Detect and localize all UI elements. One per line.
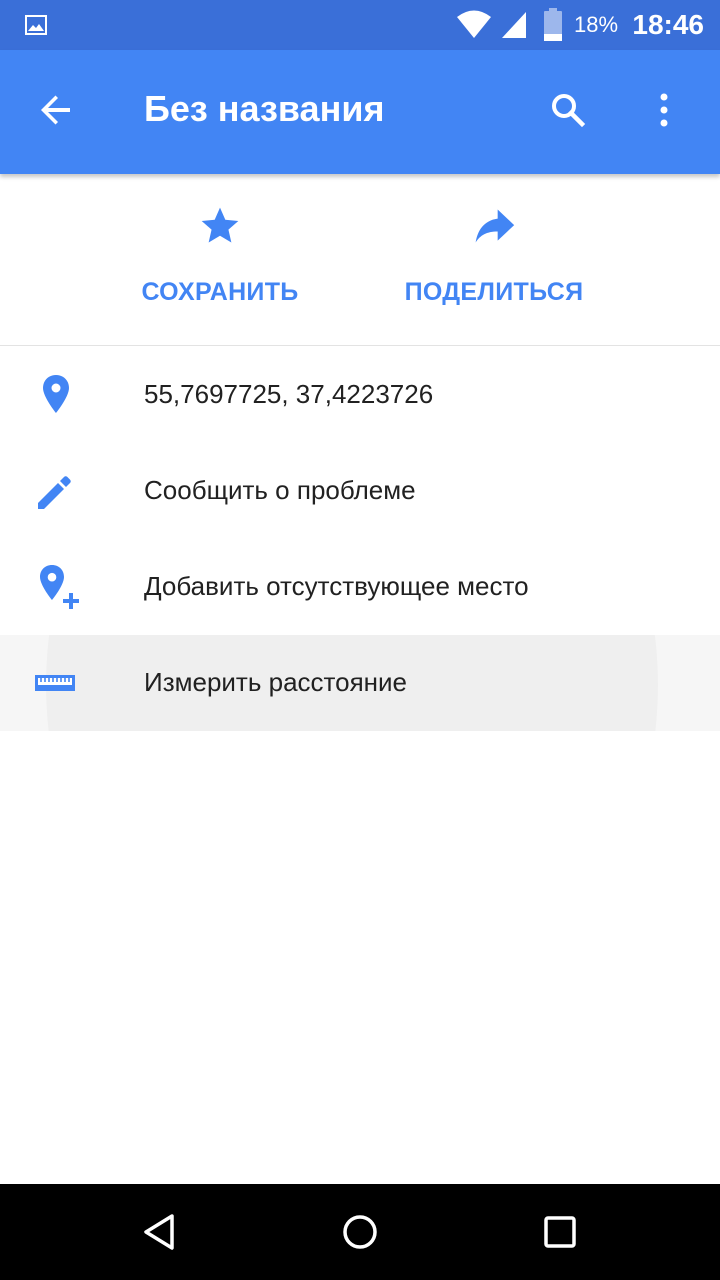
status-bar: 18% 18:46 xyxy=(0,0,720,50)
system-nav-bar xyxy=(0,1184,720,1280)
measure-distance-item[interactable]: Измерить расстояние xyxy=(0,635,720,731)
save-label: СОХРАНИТЬ xyxy=(141,278,299,306)
coordinates-text: 55,7697725, 37,4223726 xyxy=(144,379,434,409)
screen: 18% 18:46 Без названия СОХРАНИТЬ ПОДЕЛИТ… xyxy=(0,0,720,1280)
options-list: 55,7697725, 37,4223726 Сообщить о пробле… xyxy=(0,347,720,731)
ruler-icon xyxy=(35,675,75,691)
battery-percentage: 18% xyxy=(574,12,619,37)
place-actions: СОХРАНИТЬ ПОДЕЛИТЬСЯ xyxy=(0,174,720,346)
share-button[interactable]: ПОДЕЛИТЬСЯ xyxy=(380,204,608,324)
add-location-icon xyxy=(40,565,79,609)
share-label: ПОДЕЛИТЬСЯ xyxy=(404,278,584,306)
back-arrow-icon[interactable] xyxy=(32,86,80,134)
signal-icon xyxy=(502,12,526,38)
app-toolbar: Без названия xyxy=(0,50,720,174)
more-vert-icon[interactable] xyxy=(640,86,688,134)
save-button[interactable]: СОХРАНИТЬ xyxy=(120,204,320,324)
pencil-icon xyxy=(38,476,71,509)
nav-recents-icon[interactable] xyxy=(536,1208,584,1256)
search-icon[interactable] xyxy=(544,86,592,134)
star-icon xyxy=(201,207,239,243)
clock: 18:46 xyxy=(632,9,704,40)
share-icon xyxy=(475,209,515,243)
page-title: Без названия xyxy=(144,88,385,129)
add-missing-place-text: Добавить отсутствующее место xyxy=(144,571,529,601)
gallery-icon xyxy=(25,15,47,35)
report-problem-item[interactable]: Сообщить о проблеме xyxy=(0,443,720,539)
nav-home-icon[interactable] xyxy=(336,1208,384,1256)
nav-back-icon[interactable] xyxy=(136,1208,184,1256)
location-pin-icon xyxy=(43,375,69,413)
report-problem-text: Сообщить о проблеме xyxy=(144,475,416,505)
add-missing-place-item[interactable]: Добавить отсутствующее место xyxy=(0,539,720,635)
wifi-icon xyxy=(457,10,491,38)
coordinates-item[interactable]: 55,7697725, 37,4223726 xyxy=(0,347,720,443)
measure-distance-text: Измерить расстояние xyxy=(144,667,408,697)
battery-icon xyxy=(544,8,562,41)
